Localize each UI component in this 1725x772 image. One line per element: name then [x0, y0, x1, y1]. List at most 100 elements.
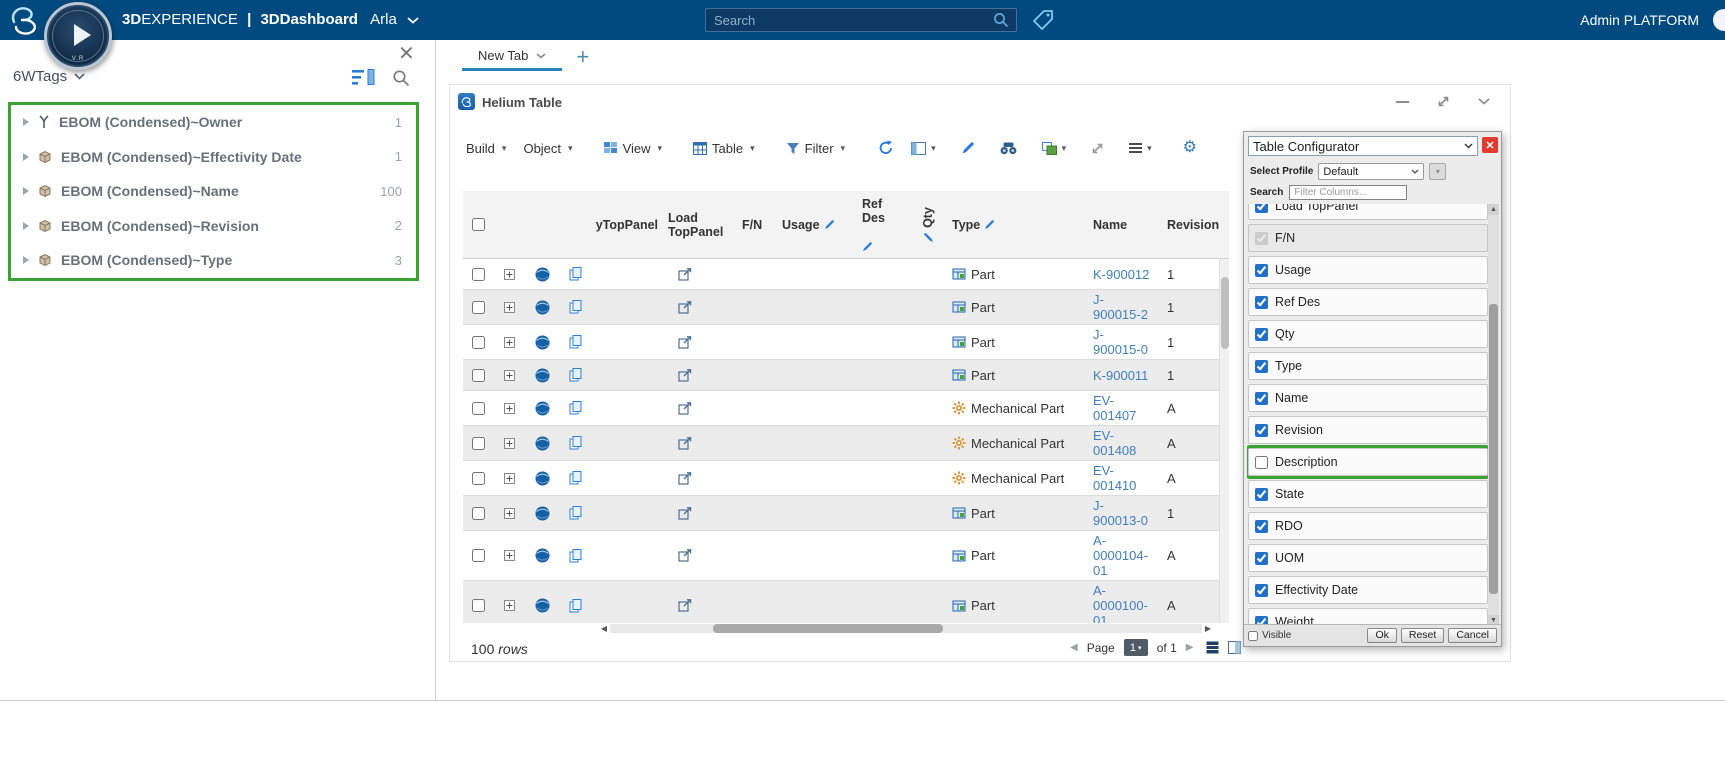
tag-category-row[interactable]: EBOM (Condensed)~Name 100	[11, 174, 416, 209]
expand-row-icon[interactable]	[504, 472, 515, 484]
duplicate-content-icon[interactable]	[569, 471, 582, 485]
configurator-column-item[interactable]: Description	[1247, 445, 1489, 479]
add-tab-button[interactable]: +	[576, 45, 589, 69]
user-label[interactable]: Admin PLATFORM	[1580, 0, 1699, 40]
duplicate-content-icon[interactable]	[569, 267, 582, 281]
dashboard-name[interactable]: Arla	[370, 11, 397, 28]
visible-checkbox[interactable]	[1248, 630, 1258, 641]
panel-title[interactable]: 6WTags	[13, 68, 67, 85]
expand-row-icon[interactable]	[504, 369, 515, 381]
expand-row-icon[interactable]	[504, 336, 515, 348]
next-page-button[interactable]: ▶	[1186, 642, 1194, 653]
row-checkbox[interactable]	[471, 549, 485, 562]
part-name-link[interactable]: EV-001407	[1093, 393, 1151, 423]
expand-row-icon[interactable]	[504, 600, 515, 611]
configurator-column-item[interactable]: Type	[1248, 352, 1488, 380]
search-icon[interactable]	[993, 12, 1009, 28]
expand-row-icon[interactable]	[504, 507, 515, 519]
col-revision[interactable]: Revision	[1163, 191, 1229, 258]
explore-globe-icon[interactable]	[535, 300, 550, 315]
expand-triangle-icon[interactable]	[23, 187, 29, 196]
duplicate-content-icon[interactable]	[569, 548, 582, 563]
column-checkbox[interactable]	[1255, 455, 1268, 469]
settings-gear-icon[interactable]: ⚙	[1183, 140, 1197, 156]
duplicate-content-icon[interactable]	[569, 598, 582, 613]
vertical-scrollbar-thumb[interactable]	[1221, 277, 1229, 349]
scroll-up-arrow[interactable]: ▲	[1488, 204, 1499, 215]
duplicate-content-icon[interactable]	[569, 368, 582, 382]
object-menu[interactable]: Object ▾	[523, 141, 572, 156]
duplicate-content-icon[interactable]	[569, 506, 582, 520]
configurator-column-item[interactable]: UOM	[1248, 544, 1488, 572]
open-panel-icon[interactable]	[678, 471, 692, 485]
search-input[interactable]	[706, 12, 993, 28]
expand-row-icon[interactable]	[504, 550, 515, 561]
explore-globe-icon[interactable]	[535, 368, 550, 383]
view-menu[interactable]: View ▾	[603, 141, 662, 156]
part-name-link[interactable]: J-900013-0	[1093, 498, 1151, 528]
panel-divider[interactable]	[435, 40, 436, 700]
open-panel-icon[interactable]	[678, 368, 692, 382]
column-checkbox[interactable]	[1255, 263, 1268, 277]
tag-icon[interactable]	[1033, 10, 1053, 30]
explore-globe-icon[interactable]	[535, 335, 550, 350]
table-row[interactable]: Part J-900015-2 1	[463, 290, 1219, 325]
configurator-column-item[interactable]: State	[1248, 480, 1488, 508]
row-checkbox[interactable]	[471, 471, 485, 485]
part-name-link[interactable]: K-900011	[1093, 368, 1148, 383]
edit-pencil-icon[interactable]	[961, 141, 975, 155]
row-checkbox[interactable]	[471, 506, 485, 520]
configurator-column-item[interactable]: Effectivity Date	[1248, 576, 1488, 604]
sort-icon[interactable]	[352, 68, 376, 87]
configurator-widget-select[interactable]: Table Configurator	[1248, 136, 1478, 156]
horizontal-scrollbar-thumb[interactable]	[713, 624, 943, 633]
profile-actions-button[interactable]: ▾	[1429, 163, 1447, 180]
close-icon[interactable]: ✕	[398, 44, 415, 64]
table-row[interactable]: Part K-900011 1	[463, 360, 1219, 391]
expand-triangle-icon[interactable]	[23, 221, 29, 230]
table-row[interactable]: Mechanical Part EV-001408 A	[463, 426, 1219, 461]
panel-layout-icon[interactable]: ▾	[911, 141, 936, 155]
explore-globe-icon[interactable]	[535, 548, 550, 563]
dashboard-chevron-down-icon[interactable]	[407, 16, 419, 24]
profile-select[interactable]: Default	[1318, 163, 1425, 180]
table-row[interactable]: Mechanical Part EV-001407 A	[463, 391, 1219, 426]
expand-triangle-icon[interactable]	[23, 256, 29, 265]
tag-category-row[interactable]: EBOM (Condensed)~Effectivity Date 1	[11, 140, 416, 175]
search-binoculars-icon[interactable]	[1000, 142, 1017, 155]
row-checkbox[interactable]	[471, 599, 485, 612]
part-name-link[interactable]: K-900012	[1093, 267, 1149, 282]
explore-globe-icon[interactable]	[535, 401, 550, 416]
open-panel-icon[interactable]	[678, 267, 692, 281]
build-menu[interactable]: Build ▾	[466, 141, 506, 156]
configurator-column-item[interactable]: Usage	[1248, 256, 1488, 284]
duplicate-content-icon[interactable]	[569, 335, 582, 349]
row-checkbox[interactable]	[471, 401, 485, 415]
configurator-column-item[interactable]: Name	[1248, 384, 1488, 412]
table-row[interactable]: Part K-900012 1	[463, 259, 1219, 290]
horizontal-scrollbar-track[interactable]	[610, 624, 1202, 633]
tag-category-row[interactable]: EBOM (Condensed)~Owner 1	[11, 105, 416, 140]
menu-list-icon[interactable]: ▾	[1129, 141, 1152, 155]
part-name-link[interactable]: J-900015-2	[1093, 292, 1151, 322]
row-checkbox[interactable]	[471, 436, 485, 450]
maximize-icon[interactable]	[1437, 95, 1450, 108]
part-name-link[interactable]: J-900015-0	[1093, 327, 1151, 357]
column-checkbox[interactable]	[1255, 423, 1268, 437]
col-load-toppanel[interactable]: Load TopPanel	[664, 191, 738, 258]
row-checkbox[interactable]	[471, 368, 485, 382]
column-checkbox[interactable]	[1255, 231, 1268, 245]
page-select[interactable]: 1 ▾	[1123, 639, 1148, 656]
open-panel-icon[interactable]	[678, 506, 692, 520]
row-checkbox[interactable]	[471, 335, 485, 349]
3dcompass-icon[interactable]: V.R	[44, 2, 112, 70]
configurator-scrollbar-thumb[interactable]	[1489, 304, 1498, 594]
configurator-column-item[interactable]: Ref Des	[1248, 288, 1488, 316]
duplicate-content-icon[interactable]	[569, 401, 582, 415]
open-panel-icon[interactable]	[678, 335, 692, 349]
expand-row-icon[interactable]	[504, 437, 515, 449]
row-checkbox[interactable]	[471, 267, 485, 281]
expand-triangle-icon[interactable]	[23, 118, 29, 127]
part-name-link[interactable]: EV-001408	[1093, 428, 1151, 458]
configurator-column-item[interactable]: Qty	[1248, 320, 1488, 348]
